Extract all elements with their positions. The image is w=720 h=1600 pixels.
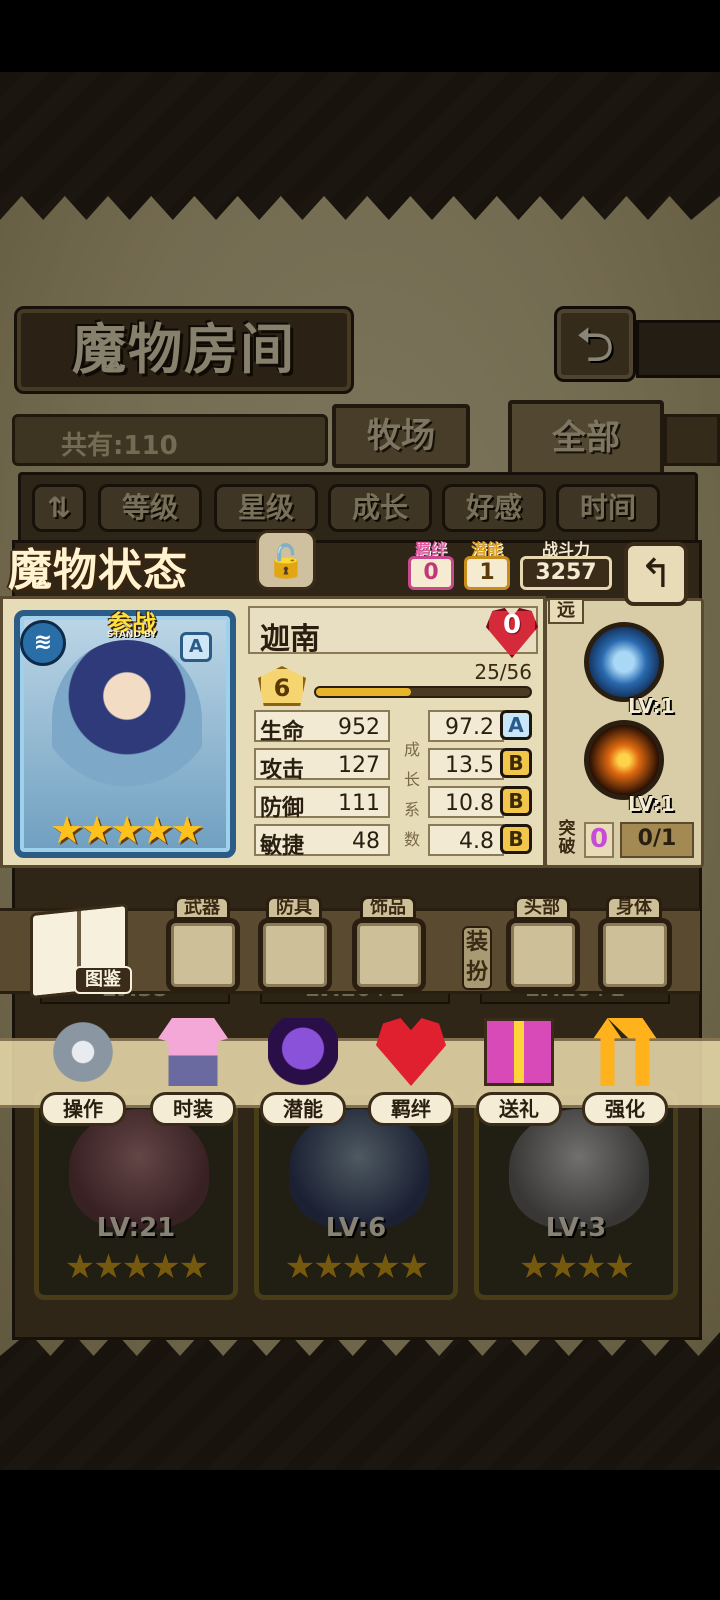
grade-badge: B <box>500 748 532 778</box>
weapon-slot[interactable] <box>166 918 240 992</box>
lock-button[interactable]: 🔓 <box>256 530 316 590</box>
fire-sword-skill-icon[interactable] <box>584 720 664 800</box>
bottom-area <box>0 1470 720 1600</box>
grade-badge: A <box>500 710 532 740</box>
growth-caption-char: 成 <box>403 740 420 759</box>
gear-icon <box>48 1018 118 1086</box>
encyclopedia-label[interactable]: 图鉴 <box>74 966 132 994</box>
grade-badge: B <box>500 786 532 816</box>
stat-value: 952 <box>338 715 380 740</box>
accessory-slot-label: 饰品 <box>360 896 416 920</box>
close-status-button[interactable]: ↰ <box>624 542 688 606</box>
action-label: 时装 <box>150 1092 236 1126</box>
breakthrough-progress: 0/1 <box>620 822 694 858</box>
action-label: 送礼 <box>476 1092 562 1126</box>
grade-badge: B <box>500 824 532 854</box>
growth-caption-char: 系 <box>403 800 420 819</box>
hero-stars: ★★★★★ <box>49 808 204 852</box>
lightning-skill-icon[interactable] <box>584 622 664 702</box>
dress-up-label: 装扮 <box>462 926 492 990</box>
bond-value: 0 <box>408 556 454 590</box>
status-bar-area <box>0 0 720 72</box>
upgrade-button[interactable]: 强化 <box>582 1018 668 1128</box>
action-label: 羁绊 <box>368 1092 454 1126</box>
rank-badge: A <box>180 632 212 662</box>
growth-hp: 97.2 <box>428 710 504 742</box>
body-slot-label: 身体 <box>606 896 662 920</box>
armor-slot[interactable] <box>258 918 332 992</box>
weapon-slot-label: 武器 <box>174 896 230 920</box>
armor-slot-label: 防具 <box>266 896 322 920</box>
stat-row-hp: 生命 952 <box>254 710 390 745</box>
head-slot[interactable] <box>506 918 580 992</box>
growth-defense: 10.8 <box>428 786 504 818</box>
growth-caption-char: 长 <box>403 770 420 789</box>
stat-label: 生命 <box>260 720 305 745</box>
bond-button[interactable]: 羁绊 <box>368 1018 454 1128</box>
stat-value: 127 <box>338 753 380 778</box>
body-slot[interactable] <box>598 918 672 992</box>
back-arrow-icon: ↰ <box>639 551 673 597</box>
stat-label: 敏捷 <box>260 834 305 859</box>
costume-button[interactable]: 时装 <box>150 1018 236 1128</box>
gift-icon <box>484 1018 554 1086</box>
operate-button[interactable]: 操作 <box>40 1018 126 1128</box>
range-tag: 远 <box>548 598 584 624</box>
status-title: 魔物状态 <box>8 545 188 596</box>
growth-agility: 4.8 <box>428 824 504 856</box>
power-value: 3257 <box>520 556 612 590</box>
demon-potential-icon <box>268 1018 338 1086</box>
stat-row-agility: 敏捷 48 <box>254 824 390 859</box>
stat-value: 48 <box>352 829 380 854</box>
standby-label: 参战 <box>108 610 156 638</box>
exp-text: 25/56 <box>474 660 532 684</box>
potential-value: 1 <box>464 556 510 590</box>
water-element-icon: ≋ <box>20 620 66 666</box>
costume-icon <box>158 1018 228 1086</box>
stat-label: 防御 <box>260 796 305 821</box>
head-slot-label: 头部 <box>514 896 570 920</box>
stat-value: 111 <box>338 791 380 816</box>
growth-attack: 13.5 <box>428 748 504 780</box>
exp-bar-fill <box>316 688 411 696</box>
upgrade-arrows-icon <box>593 1018 657 1086</box>
stat-row-defense: 防御 111 <box>254 786 390 821</box>
potential-button[interactable]: 潜能 <box>260 1018 346 1128</box>
hearts-icon <box>376 1018 446 1086</box>
action-label: 操作 <box>40 1092 126 1126</box>
skill-level: LV:1 <box>628 694 675 718</box>
action-label: 潜能 <box>260 1092 346 1126</box>
breakthrough-count: 0 <box>584 822 614 858</box>
hero-portrait <box>52 640 202 800</box>
standby-sub-label: STAND BY <box>107 630 157 640</box>
gift-button[interactable]: 送礼 <box>476 1018 562 1128</box>
accessory-slot[interactable] <box>352 918 426 992</box>
skill-level: LV:1 <box>628 792 675 816</box>
stat-row-attack: 攻击 127 <box>254 748 390 783</box>
breakthrough-label: 突破 <box>558 819 576 857</box>
affection-value: 0 <box>502 610 522 640</box>
growth-caption-char: 数 <box>403 830 420 849</box>
action-label: 强化 <box>582 1092 668 1126</box>
stat-label: 攻击 <box>260 758 305 783</box>
padlock-open-icon: 🔓 <box>266 542 306 580</box>
